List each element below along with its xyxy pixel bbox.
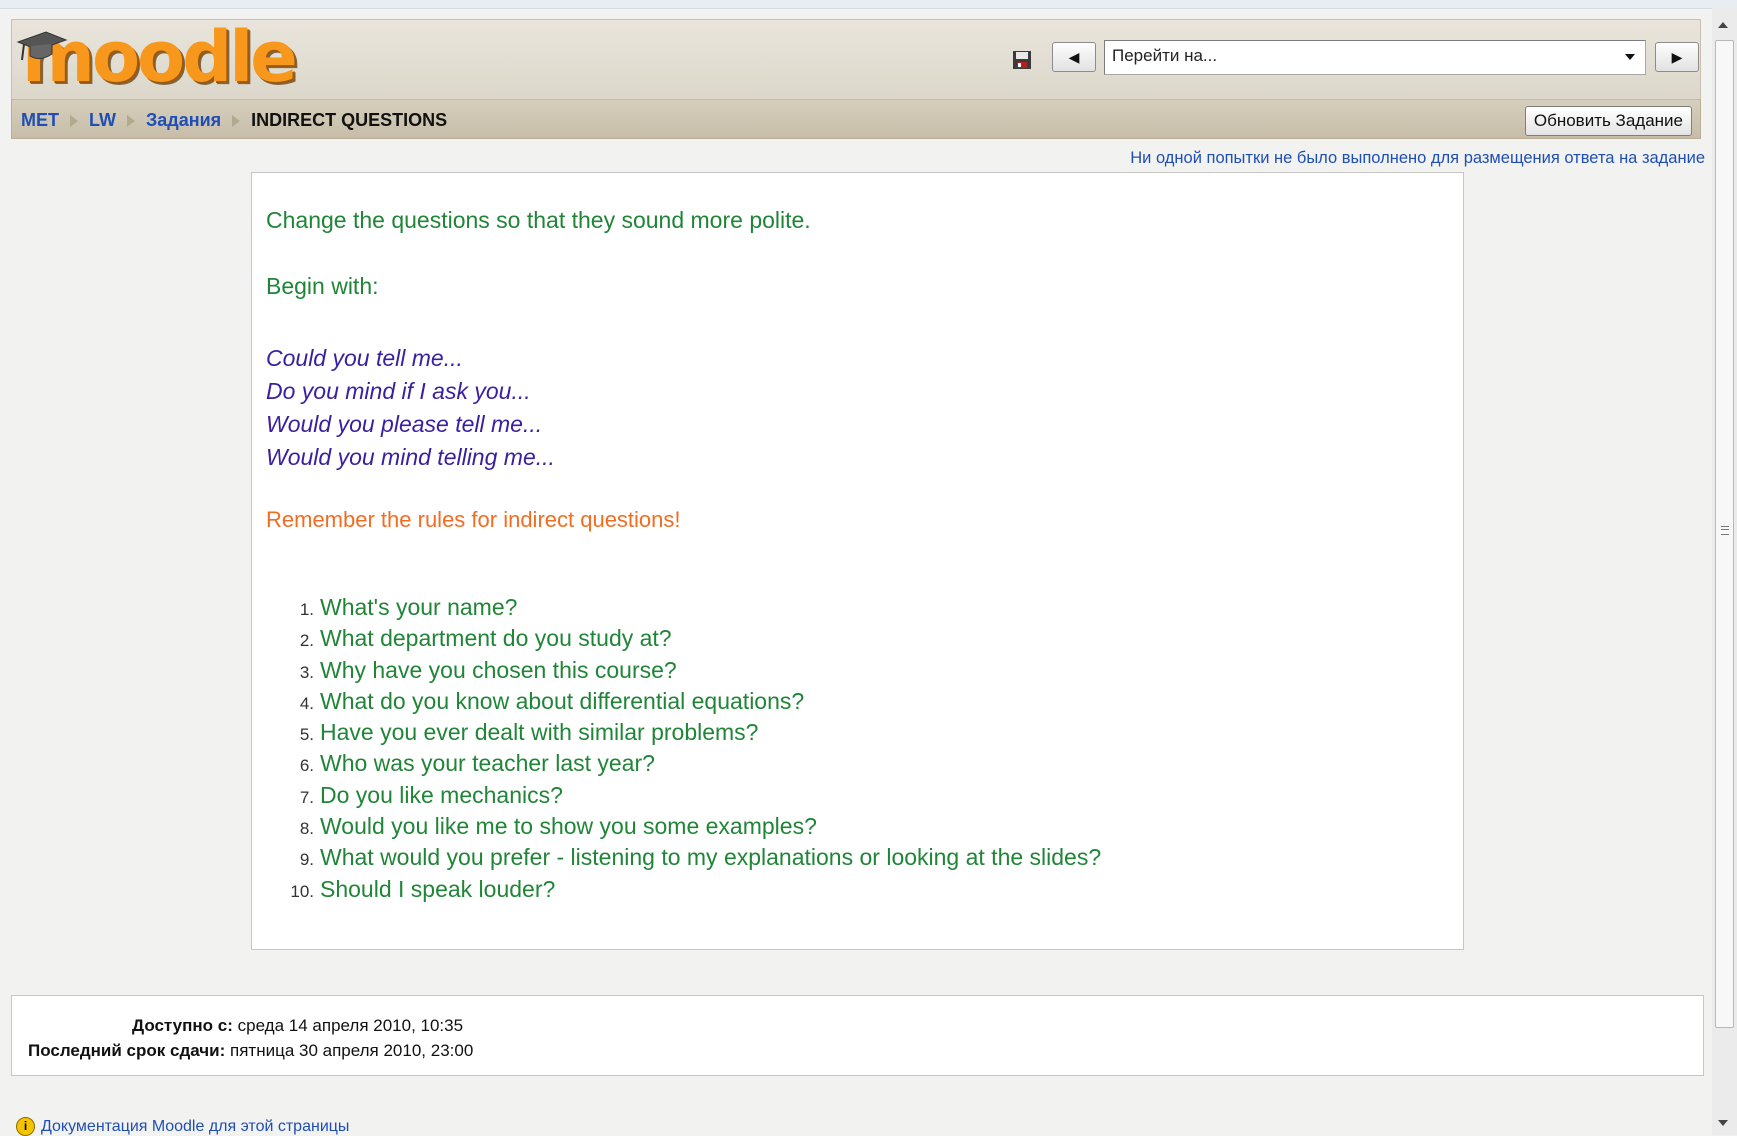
info-icon: i <box>16 1117 35 1136</box>
question-number: 3. <box>299 662 314 682</box>
phrase-item: Would you mind telling me... <box>266 444 555 470</box>
question-text: What would you prefer - listening to my … <box>320 844 1102 871</box>
instruction-text: Change the questions so that they sound … <box>266 207 811 233</box>
question-text: Should I speak louder? <box>320 875 556 902</box>
remember-note: Remember the rules for indirect question… <box>266 507 681 532</box>
previous-activity-button[interactable]: ◀ <box>1052 42 1096 72</box>
question-number: 5. <box>299 725 314 745</box>
question-text: What do you know about differential equa… <box>320 687 805 714</box>
scroll-thumb[interactable] <box>1715 40 1734 1028</box>
phrase-item: Could you tell me... <box>266 345 463 371</box>
question-text: Who was your teacher last year? <box>320 750 655 777</box>
question-item: 8. Would you like me to show you some exa… <box>266 813 1463 844</box>
question-number: 10. <box>290 881 314 901</box>
moodle-docs-link[interactable]: i Документация Moodle для этой страницы <box>16 1117 349 1136</box>
triangle-right-icon: ▶ <box>1671 48 1683 65</box>
question-text: Have you ever dealt with similar problem… <box>320 719 759 746</box>
question-list: 1. What's your name? 2. What department do… <box>266 594 1463 907</box>
due-date-value: пятница 30 апреля 2010, 23:00 <box>230 1041 474 1060</box>
jump-to-select[interactable]: Перейти на... <box>1104 40 1646 75</box>
available-from-value: среда 14 апреля 2010, 10:35 <box>237 1016 464 1035</box>
breadcrumb-item-lw[interactable]: LW <box>89 110 116 131</box>
question-item: 7. Do you like mechanics? <box>266 782 1463 813</box>
question-text: Do you like mechanics? <box>320 781 563 808</box>
vertical-scrollbar[interactable] <box>1712 8 1737 1135</box>
triangle-left-icon: ◀ <box>1068 48 1080 65</box>
chevron-down-icon <box>1625 54 1635 60</box>
question-number: 6. <box>299 756 314 776</box>
breadcrumb-separator-icon <box>70 114 78 127</box>
update-assignment-button[interactable]: Обновить Задание <box>1524 106 1692 136</box>
question-text: Would you like me to show you some examp… <box>320 813 817 840</box>
assignment-intro-box: Change the questions so that they sound … <box>251 172 1464 950</box>
available-from-row: Доступно с: среда 14 апреля 2010, 10:35 <box>132 1016 463 1036</box>
assignment-dates-box: Доступно с: среда 14 апреля 2010, 10:35 … <box>11 995 1704 1076</box>
question-text: What department do you study at? <box>320 625 672 652</box>
polite-phrases: Could you tell me... Do you mind if I as… <box>266 342 1463 474</box>
question-item: 6. Who was your teacher last year? <box>266 750 1463 781</box>
question-item: 5. Have you ever dealt with similar probl… <box>266 719 1463 750</box>
attempts-link[interactable]: Ни одной попытки не было выполнено для р… <box>1130 149 1705 168</box>
question-number: 1. <box>299 600 314 619</box>
scroll-up-arrow-icon[interactable] <box>1718 22 1728 28</box>
breadcrumb-separator-icon <box>232 114 241 127</box>
next-activity-button[interactable]: ▶ <box>1655 42 1699 72</box>
breadcrumb: MET LW Задания INDIRECT QUESTIONS <box>21 110 447 131</box>
breadcrumb-current: INDIRECT QUESTIONS <box>251 110 448 130</box>
save-disk-icon[interactable] <box>1012 50 1032 70</box>
question-item: 4. What do you know about differential eq… <box>266 688 1463 719</box>
question-number: 7. <box>299 787 314 807</box>
question-number: 9. <box>299 850 314 870</box>
moodle-logo[interactable]: moodle <box>16 16 298 98</box>
question-item: 9. What would you prefer - listening to m… <box>266 844 1463 875</box>
question-number: 8. <box>299 819 314 839</box>
question-item: 10. Should I speak louder? <box>266 876 1463 907</box>
navbar: MET LW Задания INDIRECT QUESTIONS Обнови… <box>11 99 1701 139</box>
breadcrumb-separator-icon <box>127 114 135 127</box>
question-item: 1. What's your name? <box>266 594 1463 625</box>
jump-to-value: Перейти на... <box>1112 46 1218 65</box>
question-number: 4. <box>299 693 314 713</box>
question-text: Why have you chosen this course? <box>320 656 677 683</box>
question-item: 3. Why have you chosen this course? <box>266 657 1463 688</box>
phrase-item: Would you please tell me... <box>266 411 543 437</box>
phrase-item: Do you mind if I ask you... <box>266 378 531 404</box>
breadcrumb-item-met[interactable]: MET <box>21 110 59 131</box>
question-number: 2. <box>299 631 314 651</box>
graduation-cap-icon <box>16 31 68 61</box>
page-header: moodle ◀ Перейти на... ▶ MET LW Задания … <box>11 16 1701 139</box>
window-top-border <box>0 0 1737 9</box>
moodle-docs-link-label: Документация Moodle для этой страницы <box>41 1117 350 1135</box>
header-banner: moodle ◀ Перейти на... ▶ <box>11 16 1701 99</box>
grip-icon <box>1721 526 1729 535</box>
question-item: 2. What department do you study at? <box>266 625 1463 656</box>
question-text: What's your name? <box>320 594 518 620</box>
available-from-label: Доступно с: <box>132 1016 233 1035</box>
begin-with-label: Begin with: <box>266 273 379 299</box>
due-date-row: Последний срок сдачи: пятница 30 апреля … <box>28 1041 473 1061</box>
breadcrumb-item-assignments[interactable]: Задания <box>146 110 221 131</box>
due-date-label: Последний срок сдачи: <box>28 1041 226 1060</box>
scroll-down-arrow-icon[interactable] <box>1718 1120 1728 1126</box>
